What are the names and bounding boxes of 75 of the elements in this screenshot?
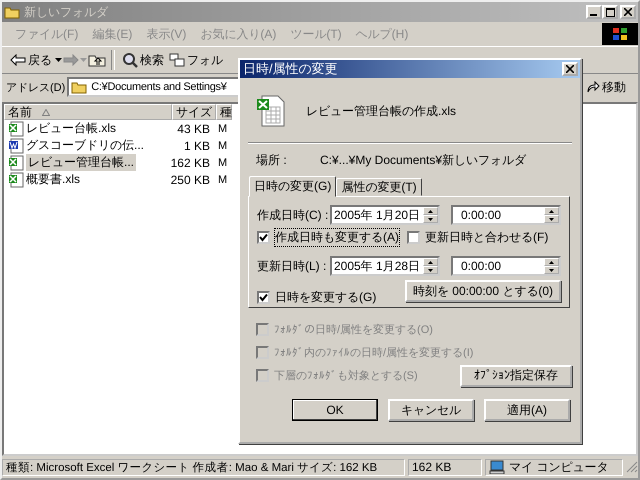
file-name[interactable]: レビュー台帳.xls (26, 120, 116, 137)
spin-buttons[interactable] (544, 207, 559, 223)
maximize-icon (606, 8, 614, 16)
close-button[interactable] (562, 62, 578, 76)
file-name[interactable]: レビュー管理台帳... (26, 154, 136, 171)
folder-icon (4, 5, 20, 19)
file-size: 162 KB (170, 156, 211, 170)
file-size: 1 KB (182, 138, 211, 152)
date-field[interactable]: 2005年 1月20日 (330, 205, 440, 225)
spin-buttons[interactable] (423, 258, 438, 274)
minimize-button[interactable] (586, 5, 602, 19)
spin-buttons[interactable] (423, 207, 438, 223)
table-cell-text: M (217, 122, 228, 134)
checkbox-label[interactable]: 日時を変更する(G) (275, 289, 376, 306)
close-icon (566, 65, 574, 73)
search-button[interactable]: 検索 (120, 52, 166, 68)
document-icon (8, 138, 24, 154)
maximize-button[interactable] (602, 5, 618, 19)
checkbox-label[interactable]: 作成日時も変更する(A) (275, 229, 399, 246)
windows-logo-icon (602, 23, 638, 45)
created-label: 作成日時(C) : (257, 206, 329, 224)
table-cell-text: M (217, 140, 228, 152)
dialog-button[interactable]: 適用(A) (484, 399, 570, 421)
dialog-button[interactable]: キャンセル (388, 399, 474, 421)
back-button[interactable]: 戻る (8, 52, 54, 68)
table-cell-text: M (217, 156, 228, 168)
resize-grip-icon[interactable] (626, 461, 638, 473)
save-options-button[interactable]: ｵﾌﾟｼｮﾝ指定保存 (460, 364, 572, 386)
sort-icon (42, 108, 50, 116)
dialog-button[interactable]: OK (292, 399, 378, 421)
column-header[interactable]: サイズ (172, 104, 216, 120)
folder-icon (71, 80, 88, 94)
back-arrow-icon (10, 54, 26, 66)
file-name: レビュー管理台帳の作成.xls (306, 102, 456, 120)
spreadsheet-icon (256, 95, 286, 127)
time-field[interactable]: 0:00:00 (451, 205, 561, 225)
file-name[interactable]: グスコーブドリの伝... (26, 137, 144, 154)
file-size: 250 KB (170, 172, 211, 186)
file-name[interactable]: 概要書.xls (26, 171, 80, 188)
zone-label: マイ コンピュータ (509, 458, 608, 476)
tab[interactable]: 属性の変更(T) (336, 178, 422, 196)
folder-up-icon[interactable] (88, 53, 106, 67)
spreadsheet-icon (8, 154, 24, 170)
checkbox[interactable] (257, 291, 270, 304)
search-icon (122, 52, 138, 68)
date-field[interactable]: 2005年 1月28日 (330, 256, 440, 276)
checkbox[interactable] (257, 231, 270, 244)
spreadsheet-icon (8, 120, 24, 136)
column-header[interactable]: 名前 (4, 104, 172, 120)
go-button[interactable]: 移動 (580, 78, 632, 96)
location-path: C:¥...¥My Documents¥新しいフォルダ (320, 152, 526, 168)
close-button[interactable] (620, 5, 636, 19)
time-field[interactable]: 0:00:00 (451, 256, 561, 276)
dialog-title: 日時/属性の変更 (243, 60, 338, 78)
checkbox[interactable] (407, 231, 420, 244)
status-text: 種類: Microsoft Excel ワークシート 作成者: Mao & Mari サイズ: 162 KB (2, 458, 405, 476)
folders-button[interactable]: フォル (167, 52, 225, 68)
column-header[interactable]: 種 (216, 104, 232, 120)
caret-icon[interactable] (55, 58, 62, 62)
window-title: 新しいフォルダ (24, 4, 110, 20)
table-cell-text: M (217, 174, 228, 186)
computer-icon (489, 460, 505, 474)
close-icon (624, 8, 632, 16)
checkbox-label[interactable]: 更新日時と合わせる(F) (425, 229, 548, 246)
spreadsheet-icon (8, 172, 24, 188)
folders-icon (169, 53, 185, 67)
tab[interactable]: 日時の変更(G) (249, 176, 336, 197)
spin-buttons[interactable] (544, 258, 559, 274)
file-size: 43 KB (176, 122, 211, 136)
location-label: 場所 : (256, 152, 288, 168)
curved-arrow-icon (586, 81, 600, 93)
modified-label: 更新日時(L) : (257, 258, 328, 274)
status-size: 162 KB (408, 458, 482, 476)
address-label: アドレス(D) (6, 80, 66, 94)
reset-time-button[interactable]: 時刻を 00:00:00 とする(0) (404, 280, 561, 302)
